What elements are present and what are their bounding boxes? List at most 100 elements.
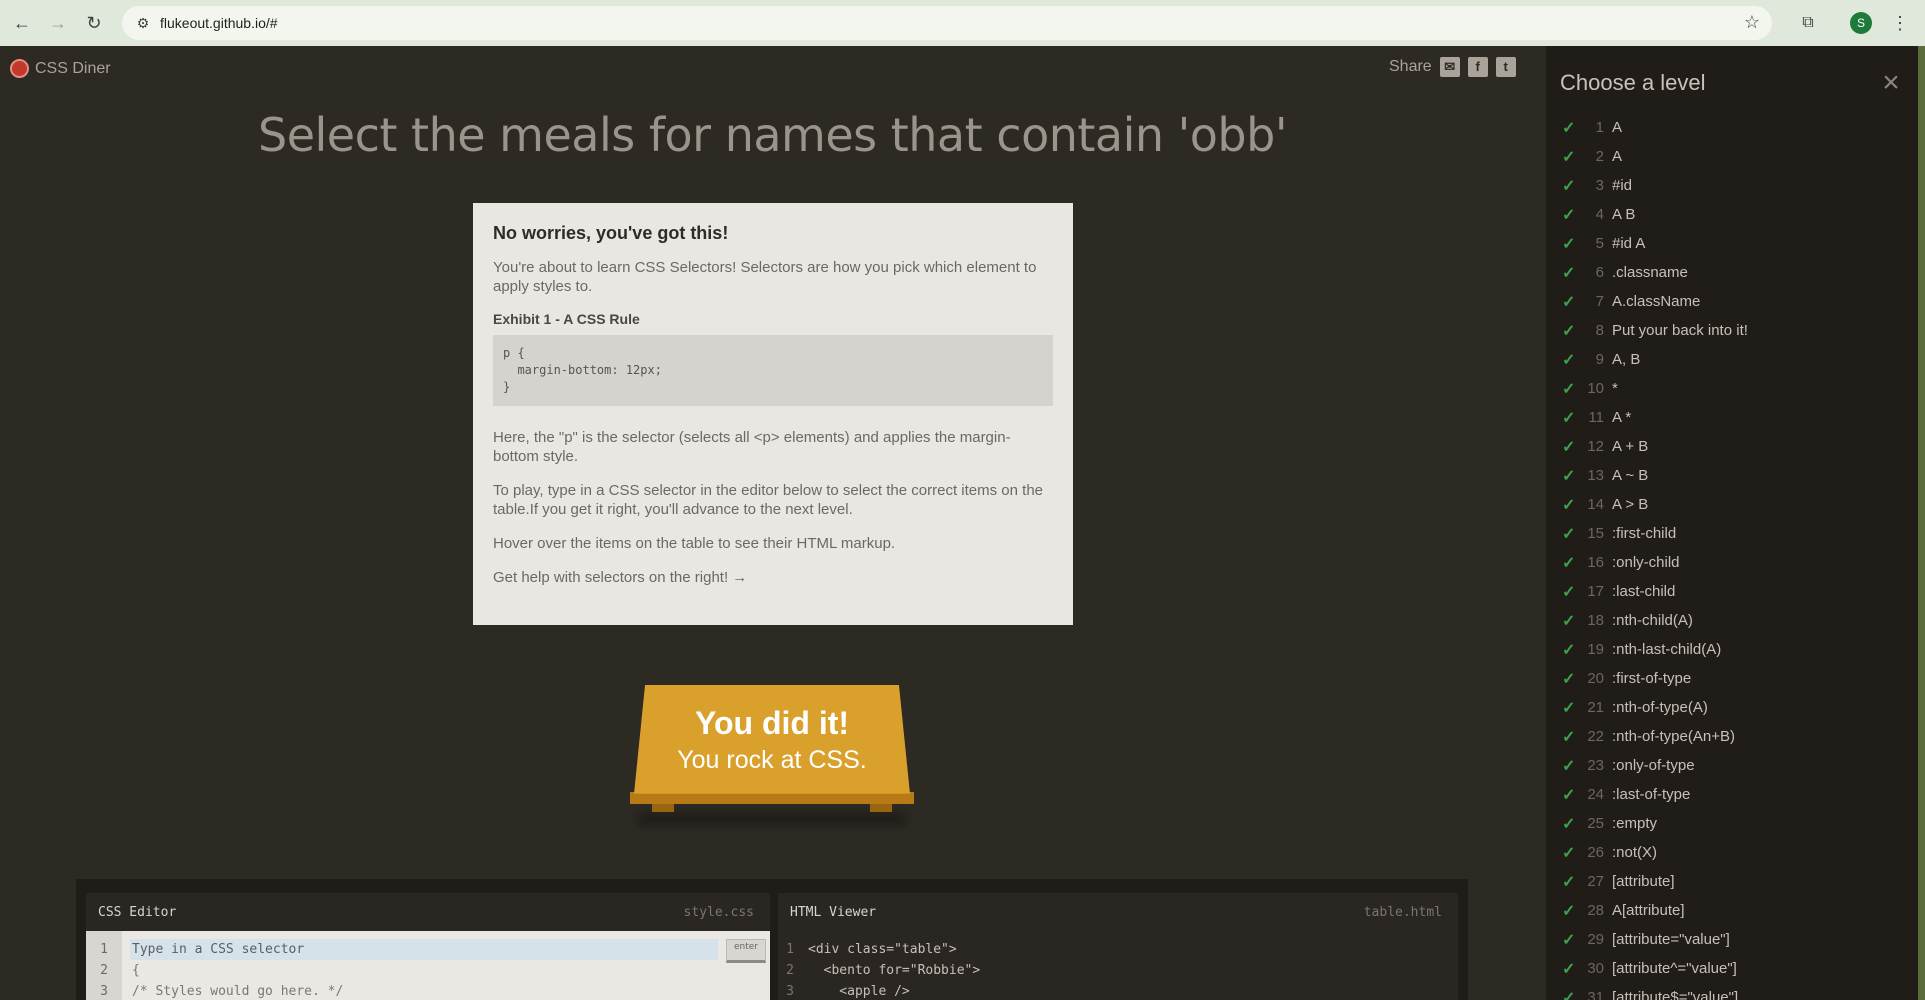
level-item[interactable]: ✓ 18:nth-child(A) (1562, 606, 1748, 635)
checkmark-icon: ✓ (1562, 902, 1576, 920)
level-item[interactable]: ✓ 28 A[attribute] (1562, 896, 1748, 925)
line-number: 2 (786, 963, 794, 978)
level-item[interactable]: ✓ 4 A B (1562, 200, 1748, 229)
level-name: :empty (1612, 815, 1658, 832)
win-line-2: You rock at CSS. (677, 746, 867, 774)
level-name: :first-child (1612, 525, 1677, 542)
level-name: :nth-last-child(A) (1612, 641, 1722, 658)
selector-input[interactable]: Type in a CSS selector (130, 939, 718, 960)
logo-dot-icon (10, 59, 29, 78)
level-item[interactable]: ✓ 23:only-of-type (1562, 751, 1748, 780)
level-number: 28 (1587, 902, 1604, 919)
url-text[interactable]: flukeout.github.io/# (160, 15, 278, 31)
browser-toolbar: ← → ↻ ⚙ flukeout.github.io/# ☆ ⧉ S ⋮ (0, 0, 1925, 46)
level-item[interactable]: ✓ 17:last-child (1562, 577, 1748, 606)
level-item[interactable]: ✓ 22:nth-of-type(An+B) (1562, 722, 1748, 751)
checkmark-icon: ✓ (1562, 206, 1576, 224)
modal-intro: You're about to learn CSS Selectors! Sel… (493, 259, 1037, 295)
level-item[interactable]: ✓ 11 A * (1562, 403, 1748, 432)
checkmark-icon: ✓ (1562, 148, 1576, 166)
level-item[interactable]: ✓ 30 [attribute^="value"] (1562, 954, 1748, 983)
level-item[interactable]: ✓ 26:not(X) (1562, 838, 1748, 867)
checkmark-icon: ✓ (1562, 612, 1576, 630)
level-item[interactable]: ✓ 5 #id A (1562, 229, 1748, 258)
modal-hover-tip: Hover over the items on the table to see… (493, 535, 896, 552)
level-item[interactable]: ✓ 3 #id (1562, 171, 1748, 200)
checkmark-icon: ✓ (1562, 844, 1576, 862)
level-item[interactable]: ✓ 31 [attribute$="value"] (1562, 983, 1748, 1000)
level-number: 31 (1587, 989, 1604, 1000)
level-name: :only-child (1612, 554, 1680, 571)
email-icon[interactable]: ✉ (1439, 57, 1460, 77)
modal-instructions: To play, type in a CSS selector in the e… (493, 482, 1043, 518)
avatar[interactable]: S (1850, 12, 1872, 34)
html-viewer: HTML Viewer table.html 1 2 3 <div class=… (778, 893, 1458, 1000)
twitter-icon[interactable]: t (1495, 57, 1516, 77)
code-sample: p { margin-bottom: 12px; } (493, 335, 1053, 406)
level-item[interactable]: ✓ 6 .classname (1562, 258, 1748, 287)
level-item[interactable]: ✓ 29 [attribute="value"] (1562, 925, 1748, 954)
checkmark-icon: ✓ (1562, 670, 1576, 688)
level-number: 14 (1587, 496, 1604, 513)
checkmark-icon: ✓ (1562, 728, 1576, 746)
level-item[interactable]: ✓ 12 A + B (1562, 432, 1748, 461)
level-item[interactable]: ✓ 15:first-child (1562, 519, 1748, 548)
level-item[interactable]: ✓ 1 A (1562, 113, 1748, 142)
editor-area: CSS Editor style.css 1 2 3 { /* Styles w… (76, 879, 1468, 1000)
level-item[interactable]: ✓ 2 A (1562, 142, 1748, 171)
level-item[interactable]: ✓ 14 A > B (1562, 490, 1748, 519)
logo-text: CSS Diner (35, 59, 111, 77)
reload-icon[interactable]: ↻ (76, 5, 112, 41)
line-number: 1 (786, 942, 794, 957)
level-item[interactable]: ✓ 16:only-child (1562, 548, 1748, 577)
level-item[interactable]: ✓ 13 A ~ B (1562, 461, 1748, 490)
level-item[interactable]: ✓ 21:nth-of-type(A) (1562, 693, 1748, 722)
dinner-table: You did it! You rock at CSS. (630, 685, 914, 826)
level-item[interactable]: ✓ 8 Put your back into it! (1562, 316, 1748, 345)
level-item[interactable]: ✓ 19:nth-last-child(A) (1562, 635, 1748, 664)
forward-arrow-icon[interactable]: → (40, 5, 76, 41)
line-numbers: 1 2 3 (778, 931, 802, 1000)
level-item[interactable]: ✓ 25:empty (1562, 809, 1748, 838)
share-bar: Share ✉ f t (1389, 57, 1516, 77)
css-code: { /* Styles would go here. */ (132, 963, 344, 999)
level-name: A (1612, 119, 1623, 136)
table-leg (870, 804, 892, 812)
close-icon[interactable]: × (1876, 68, 1906, 98)
level-number: 26 (1587, 844, 1604, 861)
level-item[interactable]: ✓ 9 A, B (1562, 345, 1748, 374)
level-item[interactable]: ✓ 24:last-of-type (1562, 780, 1748, 809)
level-item[interactable]: ✓ 10 * (1562, 374, 1748, 403)
star-icon[interactable]: ☆ (1744, 12, 1760, 33)
level-number: 27 (1587, 873, 1604, 890)
level-number: 25 (1587, 815, 1604, 832)
level-number: 9 (1595, 351, 1604, 368)
facebook-icon[interactable]: f (1467, 57, 1488, 77)
level-item[interactable]: ✓ 7 A.className (1562, 287, 1748, 316)
level-name: A, B (1612, 351, 1641, 368)
puzzle-icon[interactable]: ⧉ (1795, 10, 1821, 36)
level-item[interactable]: ✓ 27 [attribute] (1562, 867, 1748, 896)
modal-explanation: Here, the "p" is the selector (selects a… (493, 429, 1011, 465)
page-title: Select the meals for names that contain … (258, 108, 1287, 162)
level-item[interactable]: ✓ 20:first-of-type (1562, 664, 1748, 693)
level-number: 18 (1587, 612, 1604, 629)
back-arrow-icon[interactable]: ← (4, 5, 40, 41)
address-bar[interactable]: ⚙ flukeout.github.io/# ☆ (122, 6, 1772, 40)
level-name: A > B (1612, 496, 1649, 513)
html-viewer-header: HTML Viewer table.html (778, 893, 1458, 931)
logo[interactable]: CSS Diner (10, 59, 111, 78)
level-name: #id (1612, 177, 1633, 194)
checkmark-icon: ✓ (1562, 351, 1576, 369)
level-number: 21 (1587, 699, 1604, 716)
level-number: 30 (1587, 960, 1604, 977)
level-number: 11 (1588, 409, 1604, 426)
site-info-icon[interactable]: ⚙ (130, 15, 156, 32)
level-sidebar: Choose a level × ✓ 1 A ✓ 2 A ✓ 3 #id ✓ 4 A B ✓ 5 #id A… (1546, 46, 1918, 1000)
line-number: 2 (100, 963, 108, 978)
exhibit-label: Exhibit 1 - A CSS Rule (493, 311, 640, 327)
kebab-icon[interactable]: ⋮ (1890, 10, 1910, 36)
line-number: 3 (786, 984, 794, 999)
table-leg (652, 804, 674, 812)
enter-button[interactable]: enter (726, 939, 766, 963)
